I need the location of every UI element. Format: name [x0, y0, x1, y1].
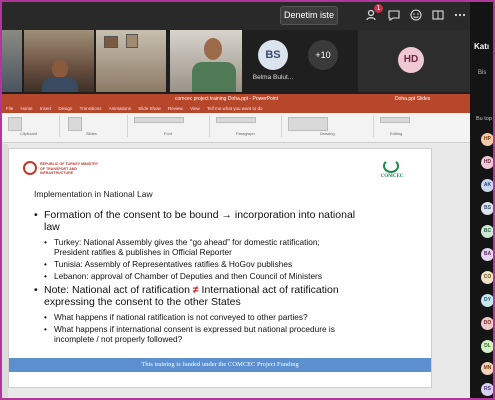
ppt-tab[interactable]: View — [190, 106, 200, 111]
ministry-logo — [23, 161, 37, 175]
comcec-logo: COMCEC — [377, 159, 405, 179]
participant-video-tile[interactable] — [170, 30, 242, 92]
ppt-title-bar: comcec project training Doha.ppt - Power… — [0, 94, 470, 104]
ppt-tab[interactable]: Transitions — [80, 106, 102, 111]
participant-video-tile[interactable] — [24, 30, 94, 92]
meeting-toolbar: Denetim iste 1 — [0, 0, 470, 30]
participant-avatar[interactable]: DO — [481, 317, 494, 330]
participant-name: Belma Bulut... — [252, 74, 294, 81]
participant-avatar[interactable]: RS — [481, 383, 494, 396]
not-equal-symbol: ≠ — [192, 284, 199, 296]
participant-video-tile[interactable] — [0, 30, 22, 92]
participant-avatar[interactable]: HP — [481, 133, 494, 146]
participant-avatar[interactable]: BS — [258, 40, 288, 70]
shapes-gallery[interactable] — [288, 117, 328, 131]
paragraph-tools[interactable] — [216, 117, 256, 123]
participant-video-tile[interactable] — [96, 30, 166, 92]
ppt-title: comcec project training Doha.ppt - Power… — [175, 96, 279, 102]
ppt-tab[interactable]: Slide Show — [138, 106, 161, 111]
view-icon[interactable] — [431, 8, 445, 22]
new-slide-icon[interactable] — [68, 117, 82, 131]
comcec-logo-text: COMCEC — [380, 174, 404, 179]
more-icon[interactable] — [453, 8, 467, 22]
slide-thumbnails-pane[interactable] — [0, 144, 8, 400]
ribbon-group-label: Font — [164, 131, 173, 136]
slide-sub-bullet: • Lebanon: approval of Chamber of Deputi… — [44, 271, 322, 281]
reactions-icon[interactable] — [409, 8, 423, 22]
panel-title: Katı — [474, 42, 490, 51]
slide-bullet: • Formation of the consent to be bound →… — [34, 209, 356, 233]
more-participants-button[interactable]: +10 — [308, 40, 338, 70]
slide-heading: Implementation in National Law — [34, 189, 153, 199]
participant-avatar[interactable]: AK — [481, 179, 494, 192]
chat-icon[interactable] — [387, 8, 401, 22]
ppt-ribbon: Clipboard Slides Font Paragraph Drawing … — [0, 113, 470, 143]
slide-bullet: • Note: National act of ratification ≠ I… — [34, 284, 339, 308]
ppt-tab[interactable]: File — [6, 106, 13, 111]
ppt-ribbon-tabs: File Home Insert Design Transitions Anim… — [0, 104, 470, 113]
slide-footer: This training is funded under the COMCEC… — [9, 358, 431, 372]
slide-canvas[interactable]: REPUBLIC OF TURKEY MINISTRY OF TRANSPORT… — [8, 148, 432, 388]
find-replace-tools[interactable] — [380, 117, 410, 123]
ministry-logo-text: REPUBLIC OF TURKEY MINISTRY OF TRANSPORT… — [40, 162, 99, 175]
ppt-tab[interactable]: Home — [21, 106, 33, 111]
participants-panel — [470, 0, 495, 400]
ppt-tab[interactable]: Insert — [40, 106, 51, 111]
request-control-button[interactable]: Denetim iste — [280, 6, 338, 25]
panel-subtitle: Bis — [478, 70, 487, 76]
participant-avatar[interactable]: MN — [481, 362, 494, 375]
slide-sub-bullet: • Tunisia: Assembly of Representatives r… — [44, 259, 293, 269]
ribbon-group-label: Paragraph — [236, 131, 255, 136]
ppt-tab[interactable]: Animations — [109, 106, 131, 111]
ppt-title-right: Doha.ppt Slides — [395, 96, 431, 102]
ribbon-group-label: Drawing — [320, 131, 335, 136]
slide-sub-bullet: • What happens if national ratification … — [44, 312, 308, 322]
panel-section-label: Bu top — [476, 116, 492, 122]
participant-avatar[interactable]: HD — [481, 156, 494, 169]
font-select[interactable] — [134, 117, 184, 123]
ppt-tell-me[interactable]: Tell me what you want to do — [207, 106, 263, 111]
ribbon-group-label: Slides — [86, 131, 97, 136]
participant-avatar[interactable]: BS — [481, 202, 494, 215]
ppt-tab[interactable]: Design — [58, 106, 72, 111]
ribbon-group-label: Editing — [390, 131, 403, 136]
participant-avatar[interactable]: DL — [481, 340, 494, 353]
participant-avatar[interactable]: DY — [481, 294, 494, 307]
participant-avatar[interactable]: CO — [481, 271, 494, 284]
slide-sub-bullet: • What happens if international consent … — [44, 324, 335, 344]
notification-badge: 1 — [374, 4, 383, 13]
participant-avatar[interactable]: BC — [481, 225, 494, 238]
ppt-tab[interactable]: Review — [168, 106, 183, 111]
participant-avatar[interactable]: BA — [481, 248, 494, 261]
slide-sub-bullet: • Turkey: National Assembly gives the “g… — [44, 237, 320, 257]
shared-screen: comcec project training Doha.ppt - Power… — [0, 94, 470, 400]
ribbon-group-label: Clipboard — [20, 131, 38, 136]
paste-icon[interactable] — [8, 117, 22, 131]
participant-avatar[interactable]: HD — [398, 47, 424, 73]
